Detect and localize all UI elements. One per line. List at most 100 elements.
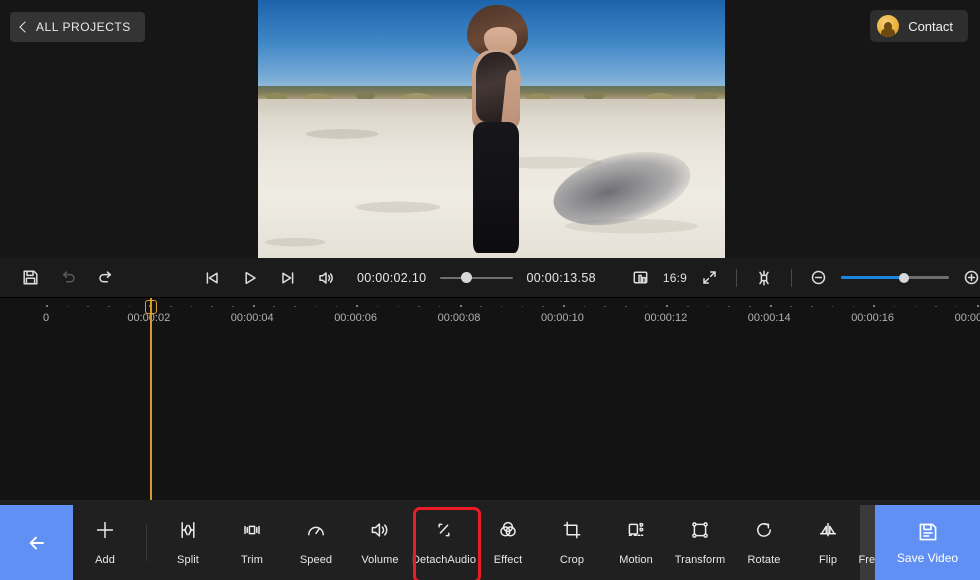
- volume-icon: [368, 518, 392, 547]
- aspect-ratio-icon[interactable]: [632, 269, 649, 286]
- current-time-display: 00:00:02.10: [357, 270, 427, 285]
- video-preview[interactable]: [258, 0, 725, 258]
- ruler-tick-minor: [852, 305, 855, 307]
- playhead-handle[interactable]: [145, 300, 157, 314]
- redo-icon[interactable]: [97, 269, 115, 287]
- ruler-tick-major: [769, 305, 772, 307]
- tool-label: Rotate: [747, 554, 781, 567]
- tool-label: Motion: [619, 554, 653, 567]
- volume-icon[interactable]: [317, 269, 335, 287]
- editing-toolbar: Add Split Trim Speed Volume DetachAudio Effect…: [0, 500, 980, 580]
- tool-effect[interactable]: Effect: [476, 505, 540, 580]
- ruler-tick-minor: [108, 305, 110, 307]
- ruler-label: 00:00:18: [954, 312, 980, 324]
- tool-transform[interactable]: Transform: [668, 505, 732, 580]
- ruler-tick-minor: [645, 305, 648, 307]
- flip-icon: [816, 518, 840, 547]
- ruler-tick-major: [459, 305, 462, 307]
- tool-label: Flip: [818, 554, 838, 567]
- ruler-label: 0: [43, 312, 50, 324]
- tool-split[interactable]: Split: [156, 505, 220, 580]
- crop-icon: [560, 518, 584, 547]
- tool-label: Effect: [493, 554, 523, 567]
- timeline-panel[interactable]: 0 00:00:02 00:00:04 00:00:06 00:00:08 00:00:1…: [0, 298, 980, 500]
- save-video-button[interactable]: Save Video: [875, 505, 980, 580]
- tool-add[interactable]: Add: [73, 505, 137, 580]
- ruler-tick-minor: [232, 305, 234, 307]
- timeline-zoom-slider[interactable]: [841, 271, 949, 285]
- video-editor-app: ALL PROJECTS Contact 00:00:02.10 00:00:1…: [0, 0, 980, 580]
- tool-label: Add: [95, 554, 115, 567]
- contact-button[interactable]: Contact: [870, 10, 968, 42]
- ruler-label: 00:00:14: [747, 312, 791, 324]
- ruler-tick-minor: [728, 305, 730, 307]
- ruler-tick-minor: [625, 305, 627, 307]
- tool-flip[interactable]: Flip: [796, 505, 860, 580]
- ruler-tick-minor: [542, 305, 544, 307]
- ruler-label: 00:00:16: [851, 312, 895, 324]
- ruler-tick-major: [46, 305, 48, 307]
- ruler-tick-minor: [707, 305, 710, 307]
- ruler-tick-minor: [314, 305, 317, 307]
- tool-trim[interactable]: Trim: [220, 505, 284, 580]
- all-projects-button[interactable]: ALL PROJECTS: [10, 12, 145, 42]
- zoom-knob[interactable]: [898, 272, 909, 283]
- ruler-label: 00:00:06: [334, 312, 378, 324]
- tool-speed[interactable]: Speed: [284, 505, 348, 580]
- tool-volume[interactable]: Volume: [348, 505, 412, 580]
- zoom-in-icon[interactable]: [963, 269, 980, 286]
- back-button[interactable]: [0, 505, 73, 580]
- ruler-label: 00:00:10: [541, 312, 584, 324]
- snap-icon[interactable]: [755, 269, 773, 287]
- timeline-tracks: [0, 328, 980, 500]
- tool-label: Split: [177, 554, 199, 567]
- fullscreen-icon[interactable]: [701, 269, 718, 286]
- ruler-tick-minor: [128, 305, 131, 307]
- ruler-tick-minor: [955, 305, 958, 307]
- tool-rotate[interactable]: Rotate: [732, 505, 796, 580]
- user-avatar-icon: [877, 15, 900, 37]
- divider: [791, 268, 792, 287]
- ruler-tick-minor: [521, 305, 524, 307]
- undo-icon: [59, 269, 77, 287]
- ruler-tick-minor: [294, 305, 296, 307]
- tool-crop[interactable]: Crop: [540, 505, 604, 580]
- chevron-left-icon: [19, 21, 31, 33]
- play-icon[interactable]: [241, 269, 259, 287]
- tool-detach-audio[interactable]: DetachAudio: [412, 505, 481, 580]
- preview-stage: ALL PROJECTS Contact: [0, 0, 980, 258]
- timeline-playhead[interactable]: [145, 298, 157, 500]
- transport-controls-group: [203, 269, 335, 287]
- ruler-tick-minor: [914, 305, 917, 307]
- progress-track: [440, 276, 513, 279]
- ruler-tick-minor: [66, 305, 69, 307]
- ruler-tick-minor: [190, 305, 193, 307]
- tool-label: Speed: [299, 554, 333, 567]
- ruler-label: 00:00:04: [230, 312, 274, 324]
- plus-icon: [93, 518, 117, 547]
- ruler-label: 00:00:12: [644, 312, 688, 324]
- tool-label: Transform: [674, 554, 726, 567]
- tool-label: Trim: [241, 554, 263, 567]
- ruler-tick-minor: [438, 305, 441, 307]
- detach-audio-icon: [432, 518, 456, 547]
- ruler-tick-minor: [604, 305, 606, 307]
- save-icon[interactable]: [22, 269, 39, 286]
- ruler-tick-major: [356, 305, 359, 307]
- subject-legs: [473, 121, 520, 253]
- ruler-tick-minor: [273, 305, 275, 307]
- tool-label: Crop: [559, 554, 585, 567]
- total-time-display: 00:00:13.58: [526, 270, 596, 285]
- ruler-tick-minor: [376, 305, 379, 307]
- ruler-tick-minor: [935, 305, 937, 307]
- progress-knob[interactable]: [461, 272, 473, 283]
- skip-previous-icon[interactable]: [203, 269, 221, 287]
- ruler-tick-minor: [418, 305, 420, 307]
- divider: [736, 268, 737, 287]
- tool-list: Add Split Trim Speed Volume DetachAudio Effect…: [73, 505, 925, 580]
- playback-progress-slider[interactable]: [440, 271, 513, 285]
- zoom-out-icon[interactable]: [810, 269, 827, 286]
- skip-next-icon[interactable]: [279, 269, 297, 287]
- tool-motion[interactable]: Motion: [604, 505, 668, 580]
- view-options-group: 16:9: [632, 268, 980, 287]
